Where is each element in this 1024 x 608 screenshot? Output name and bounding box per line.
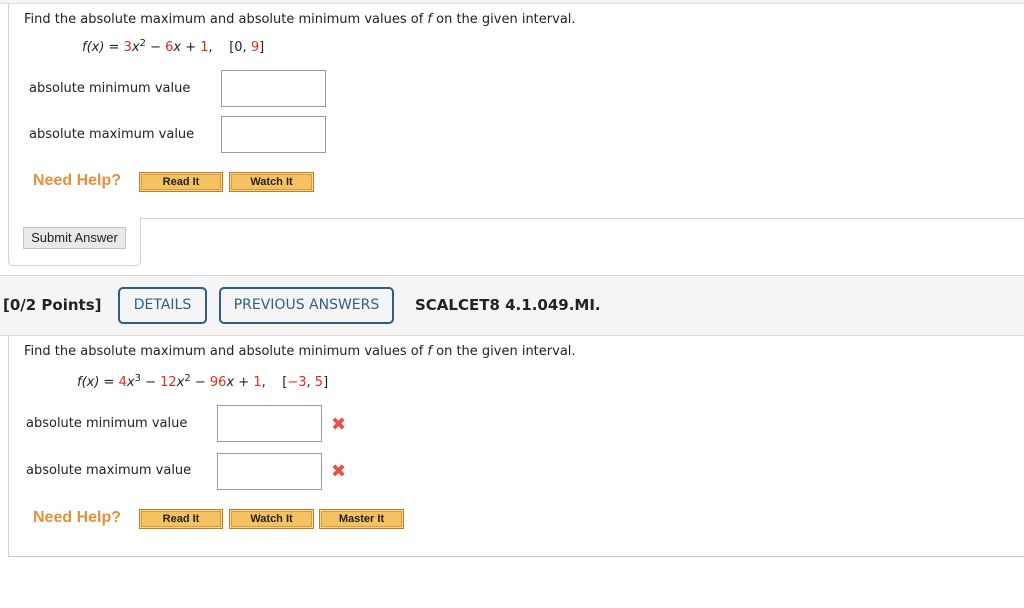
abs-min-label: absolute minimum value: [26, 416, 188, 431]
interval-close: ]: [259, 40, 265, 55]
question-1-prompt: Find the absolute maximum and absolute m…: [24, 12, 576, 27]
points-label: [0/2 Points]: [3, 296, 102, 314]
prompt-text: on the given interval.: [431, 12, 576, 27]
comma: , [: [261, 375, 288, 390]
previous-answers-button[interactable]: PREVIOUS ANSWERS: [219, 287, 394, 324]
abs-max-label: absolute maximum value: [26, 463, 192, 478]
interval-close: ]: [323, 375, 329, 390]
prompt-text: Find the absolute maximum and absolute m…: [24, 12, 428, 27]
interval-end: 9: [250, 40, 260, 55]
question-2-formula: f(x) = 4x3 − 12x2 − 96x + 1, [−3, 5]: [77, 374, 329, 391]
problem-code: SCALCET8 4.1.049.MI.: [415, 296, 601, 314]
read-it-button[interactable]: Read It: [139, 172, 223, 192]
sep: −: [140, 375, 161, 390]
sep: +: [181, 40, 201, 55]
base: x: [173, 40, 182, 55]
x-mark-icon: ✖: [331, 461, 347, 482]
prompt-text: on the given interval.: [431, 344, 576, 359]
abs-min-label: absolute minimum value: [29, 81, 191, 96]
details-button[interactable]: DETAILS: [118, 287, 207, 324]
coef: 1: [200, 40, 209, 55]
coef: 12: [160, 375, 177, 390]
abs-min-input[interactable]: [217, 405, 322, 442]
master-it-button[interactable]: Master It: [319, 509, 404, 529]
need-help-label: Need Help?: [33, 172, 122, 189]
sep: +: [234, 375, 254, 390]
interval-sep: ,: [306, 375, 315, 390]
comma: ,: [208, 40, 230, 55]
abs-max-input[interactable]: [221, 116, 326, 153]
watch-it-button[interactable]: Watch It: [229, 172, 314, 192]
interval-end: 5: [314, 375, 324, 390]
formula-lhs: f(x) =: [82, 40, 124, 55]
coef: 96: [209, 375, 227, 390]
read-it-button[interactable]: Read It: [139, 509, 223, 529]
need-help-label: Need Help?: [33, 509, 122, 526]
base: x: [126, 375, 135, 390]
abs-max-input[interactable]: [217, 453, 322, 490]
base: x: [226, 375, 235, 390]
interval-open: [0,: [229, 40, 251, 55]
abs-min-input[interactable]: [221, 70, 326, 107]
base: x: [131, 40, 140, 55]
coef: 1: [253, 375, 262, 390]
question-1-formula: f(x) = 3x2 − 6x + 1, [0, 9]: [82, 39, 265, 56]
prompt-text: Find the absolute maximum and absolute m…: [24, 344, 428, 359]
submit-answer-button[interactable]: Submit Answer: [23, 227, 126, 249]
sep: −: [190, 375, 210, 390]
sep: −: [145, 40, 166, 55]
formula-lhs: f(x) =: [77, 375, 119, 390]
interval-start: −3: [287, 375, 307, 390]
abs-max-label: absolute maximum value: [29, 127, 195, 142]
x-mark-icon: ✖: [331, 414, 347, 435]
watch-it-button[interactable]: Watch It: [229, 509, 314, 529]
coef: 3: [123, 40, 132, 55]
coef: 4: [118, 375, 127, 390]
divider: [141, 218, 1024, 219]
question-2-prompt: Find the absolute maximum and absolute m…: [24, 344, 576, 359]
